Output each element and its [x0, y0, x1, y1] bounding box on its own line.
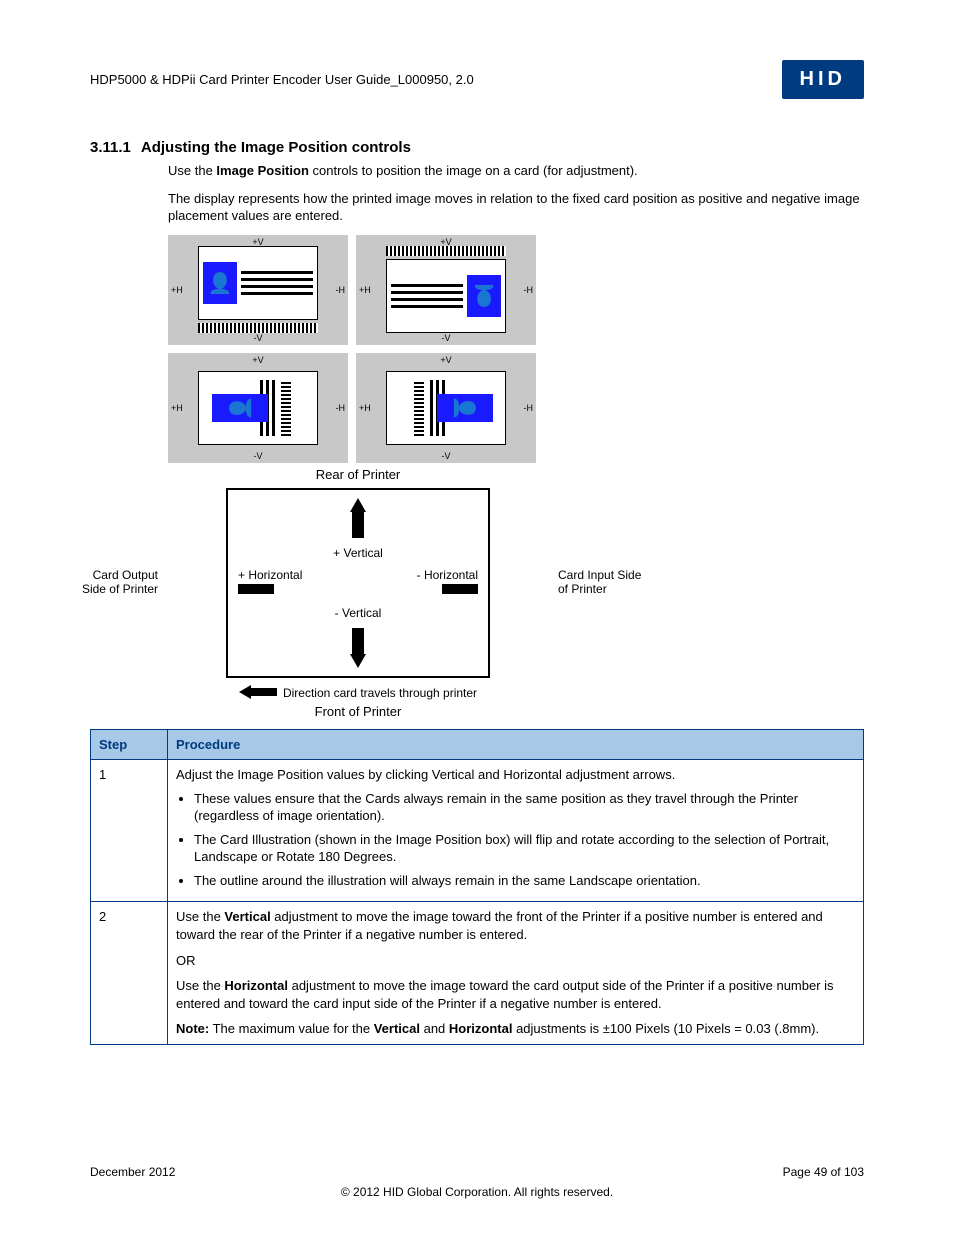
front-label: Front of Printer: [168, 704, 548, 719]
rear-label: Rear of Printer: [168, 467, 548, 482]
image-position-diagram: +V -V +H -H 👤 +V -V +H -H: [168, 235, 548, 719]
person-icon: 👤: [203, 262, 237, 304]
card-orientation-4: +V -V +H -H 👤: [356, 353, 536, 463]
col-procedure: Procedure: [168, 729, 864, 760]
footer-date: December 2012: [90, 1165, 175, 1179]
card-orientation-1: +V -V +H -H 👤: [168, 235, 348, 345]
para-2: The display represents how the printed i…: [168, 190, 864, 225]
arrow-up-icon: [350, 498, 366, 538]
procedure-table: Step Procedure 1 Adjust the Image Positi…: [90, 729, 864, 1045]
barcode-icon: [281, 380, 291, 436]
section-title: Adjusting the Image Position controls: [141, 139, 411, 156]
card-input-label: Card Input Side of Printer: [558, 568, 648, 597]
page-header: HDP5000 & HDPii Card Printer Encoder Use…: [90, 60, 864, 99]
barcode-icon: [198, 323, 318, 333]
barcode-icon: [414, 380, 424, 436]
person-icon: 👤: [212, 394, 268, 422]
card-output-label: Card Output Side of Printer: [68, 568, 158, 597]
footer-copyright: © 2012 HID Global Corporation. All right…: [90, 1185, 864, 1199]
person-icon: 👤: [467, 275, 501, 317]
arrow-down-icon: [350, 628, 366, 668]
direction-diagram: Card Output Side of Printer Card Input S…: [168, 488, 548, 719]
footer-page: Page 49 of 103: [783, 1165, 864, 1179]
card-orientation-3: +V -V +H -H 👤: [168, 353, 348, 463]
arrow-left-icon: [239, 685, 277, 699]
doc-title: HDP5000 & HDPii Card Printer Encoder Use…: [90, 72, 474, 87]
intro-para: Use the Image Position controls to posit…: [168, 162, 864, 180]
page-footer: December 2012 Page 49 of 103 © 2012 HID …: [90, 1165, 864, 1199]
hid-logo-icon: HID: [782, 60, 864, 99]
section-number: 3.11.1: [90, 139, 131, 156]
bar-left-icon: [238, 584, 274, 594]
bar-right-icon: [442, 584, 478, 594]
card-orientation-2: +V -V +H -H 👤: [356, 235, 536, 345]
table-row: 2 Use the Vertical adjustment to move th…: [91, 902, 864, 1044]
section-heading: 3.11.1 Adjusting the Image Position cont…: [90, 139, 864, 156]
table-row: 1 Adjust the Image Position values by cl…: [91, 760, 864, 902]
col-step: Step: [91, 729, 168, 760]
person-icon: 👤: [437, 394, 493, 422]
barcode-icon: [386, 246, 506, 256]
